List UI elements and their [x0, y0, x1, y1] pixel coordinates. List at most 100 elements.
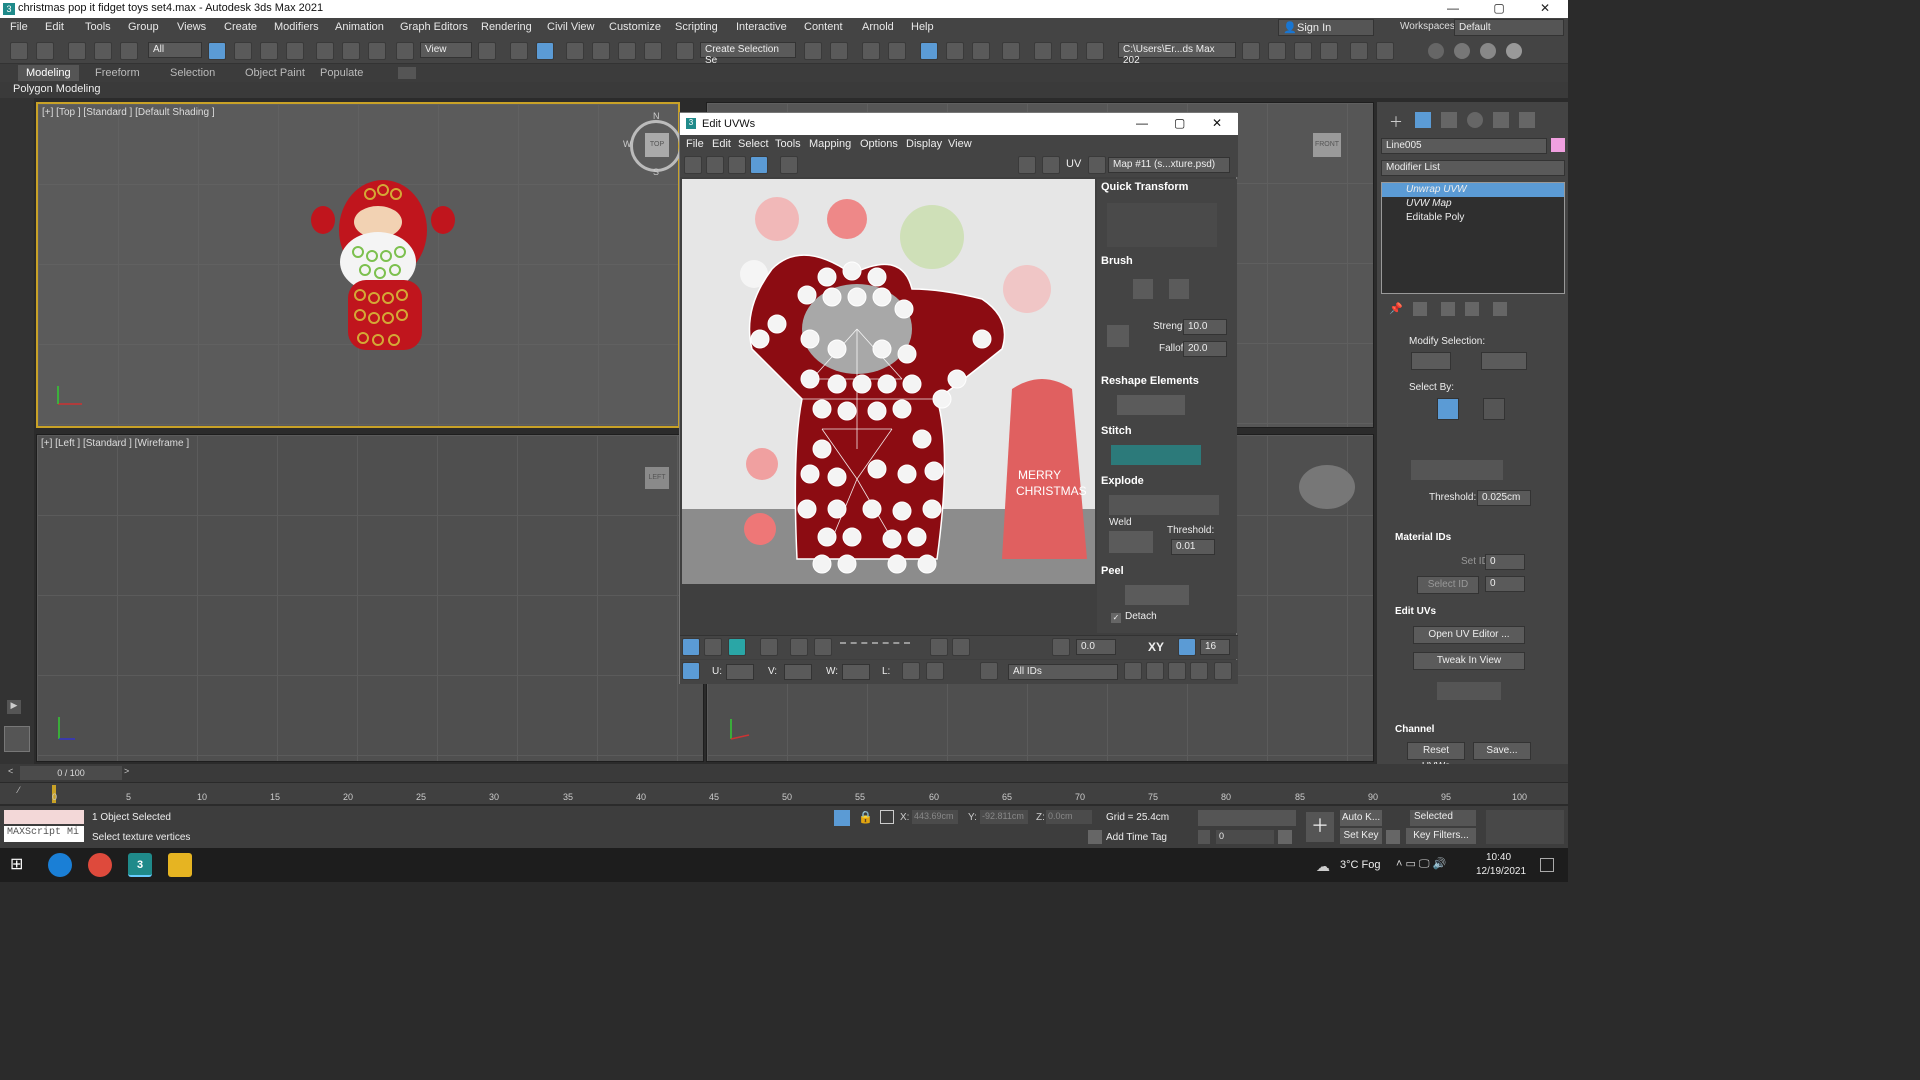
u-field[interactable] — [726, 664, 754, 680]
x-field[interactable]: 443.69cm — [912, 810, 958, 824]
polygon-modeling-label[interactable]: Polygon Modeling — [13, 83, 100, 95]
toggle-ribbon-icon[interactable] — [920, 42, 938, 60]
curve-editor-icon[interactable] — [946, 42, 964, 60]
show-end-result-icon[interactable] — [1413, 302, 1427, 316]
create-tab-icon[interactable]: ＋ — [1389, 112, 1405, 130]
viewport-left-label[interactable]: [+] [Left ] [Standard ] [Wireframe ] — [41, 438, 189, 449]
motion-tab-icon[interactable] — [1467, 112, 1483, 128]
uvw-menu-mapping[interactable]: Mapping — [809, 138, 851, 150]
viewcube-top-face[interactable]: TOP — [645, 133, 669, 157]
stitch-buttons[interactable] — [1111, 445, 1201, 465]
modifier-list-dropdown[interactable]: Modifier List — [1381, 160, 1565, 176]
toggle-layer-explorer-icon[interactable] — [888, 42, 906, 60]
edit-named-selection-icon[interactable] — [676, 42, 694, 60]
uvw-menu-view[interactable]: View — [948, 138, 972, 150]
open-uv-editor-button[interactable]: Open UV Editor ... — [1413, 626, 1525, 644]
grid-size-field[interactable]: 16 — [1200, 639, 1230, 655]
object-color-swatch[interactable] — [1551, 138, 1565, 152]
modify-selection-buttons[interactable] — [1411, 352, 1451, 370]
select-by-name-icon[interactable] — [234, 42, 252, 60]
checker-pattern-icon[interactable] — [1018, 156, 1036, 174]
menu-modifiers[interactable]: Modifiers — [274, 21, 319, 33]
channel-header[interactable]: Channel — [1395, 724, 1434, 735]
menu-content[interactable]: Content — [804, 21, 843, 33]
tweak-in-view-button[interactable]: Tweak In View — [1413, 652, 1525, 670]
stack-item-uvw-map[interactable]: UVW Map — [1382, 197, 1564, 211]
project-folder-dropdown[interactable]: C:\Users\Er...ds Max 202 — [1118, 42, 1236, 66]
minimize-button[interactable]: — — [1430, 0, 1476, 18]
viewcube-left-face[interactable]: LEFT — [645, 467, 669, 489]
key-mode-icon[interactable] — [1386, 830, 1400, 844]
menu-arnold[interactable]: Arnold — [862, 21, 894, 33]
uvw-maximize-button[interactable]: ▢ — [1174, 116, 1185, 130]
place-icon[interactable] — [396, 42, 414, 60]
viewcube-perspective[interactable] — [1299, 465, 1355, 509]
uv-tool-icons[interactable] — [1437, 682, 1501, 700]
dot-icon-4[interactable] — [1506, 43, 1522, 59]
sign-in-button[interactable]: 👤 Sign In — [1278, 19, 1374, 36]
quick-transform-buttons[interactable] — [1107, 203, 1217, 247]
uvw-menu-file[interactable]: File — [686, 138, 704, 150]
container-inherit-icon[interactable] — [1320, 42, 1338, 60]
reset-uvws-button[interactable]: Reset UVWs — [1407, 742, 1465, 772]
weather-cloud-icon[interactable]: ☁ — [1316, 858, 1330, 875]
menu-animation[interactable]: Animation — [335, 21, 384, 33]
uvw-options-icon[interactable] — [1088, 156, 1106, 174]
uvw-menu-display[interactable]: Display — [906, 138, 942, 150]
xy-toggle[interactable]: XY — [1148, 640, 1164, 654]
pivot-center-icon[interactable] — [478, 42, 496, 60]
display-tab-icon[interactable] — [1493, 112, 1509, 128]
link-icon[interactable] — [68, 42, 86, 60]
unlink-icon[interactable] — [94, 42, 112, 60]
angle-field[interactable]: 0.0 — [1076, 639, 1116, 655]
uvw-menu-edit[interactable]: Edit — [712, 138, 731, 150]
element-select-icon[interactable] — [760, 638, 778, 656]
pin-stack-icon[interactable]: 📌 — [1389, 302, 1403, 316]
map-dropdown[interactable]: Map #11 (s...xture.psd) — [1108, 157, 1230, 173]
loop-ring-icons[interactable] — [840, 642, 910, 652]
z-field[interactable]: 0.0cm — [1046, 810, 1092, 824]
viewport-top[interactable]: [+] [Top ] [Standard ] [Default Shading … — [36, 102, 682, 428]
viewport-left[interactable]: [+] [Left ] [Standard ] [Wireframe ] LEF… — [36, 434, 704, 762]
save-uvws-button[interactable]: Save... — [1473, 742, 1531, 760]
v-field[interactable] — [784, 664, 812, 680]
tab-object-paint[interactable]: Object Paint — [245, 67, 305, 79]
lock-icon[interactable]: 🔒 — [858, 810, 873, 824]
workspace-dropdown[interactable]: Default — [1454, 19, 1564, 36]
time-tag-icon[interactable] — [1088, 830, 1102, 844]
bind-spacewarp-icon[interactable] — [120, 42, 138, 60]
zoom-region-icon[interactable] — [1168, 662, 1186, 680]
redo-icon[interactable] — [36, 42, 54, 60]
pan-icon[interactable] — [1124, 662, 1142, 680]
spinner-snap-icon[interactable] — [644, 42, 662, 60]
configure-sets-icon[interactable] — [1493, 302, 1507, 316]
scale-icon[interactable] — [368, 42, 386, 60]
uvw-close-button[interactable]: ✕ — [1212, 116, 1222, 130]
help-icon[interactable] — [1214, 662, 1232, 680]
rect-selection-icon[interactable] — [260, 42, 278, 60]
time-slider-thumb[interactable]: 0 / 100 — [20, 766, 122, 780]
ref-coord-dropdown[interactable]: View — [420, 42, 472, 58]
shrink-select-icon[interactable] — [814, 638, 832, 656]
frame-spinner-icon[interactable] — [1198, 830, 1210, 844]
uvw-scale-icon[interactable] — [728, 156, 746, 174]
track-bar[interactable]: ⁄ 0 5 10 15 20 25 30 35 40 45 50 55 60 6… — [0, 782, 1568, 804]
viewport-top-label[interactable]: [+] [Top ] [Standard ] [Default Shading … — [42, 107, 215, 118]
plus-icon[interactable] — [1376, 42, 1394, 60]
edit-uvws-titlebar[interactable]: 3 Edit UVWs — ▢ ✕ — [680, 113, 1238, 135]
isolate-selection-icon[interactable] — [834, 810, 850, 826]
falloff-field[interactable]: 20.0 — [1183, 341, 1227, 357]
viewcube-front-face[interactable]: FRONT — [1313, 133, 1341, 157]
detach-checkbox[interactable]: ✓ — [1111, 613, 1121, 623]
abs-mode-icon[interactable] — [880, 810, 894, 824]
next-frame-arrow[interactable]: > — [124, 766, 134, 780]
relax-brush-icon[interactable] — [1169, 279, 1189, 299]
set-key-button[interactable]: Set Key — [1340, 828, 1382, 844]
select-object-icon[interactable] — [208, 42, 226, 60]
weld-threshold-field[interactable]: 0.01 — [1171, 539, 1215, 555]
container-open-icon[interactable] — [1268, 42, 1286, 60]
zoom-icon[interactable] — [1146, 662, 1164, 680]
menu-customize[interactable]: Customize — [609, 21, 661, 33]
edge-select-icon[interactable] — [704, 638, 722, 656]
clock-time[interactable]: 10:40 — [1486, 852, 1511, 863]
